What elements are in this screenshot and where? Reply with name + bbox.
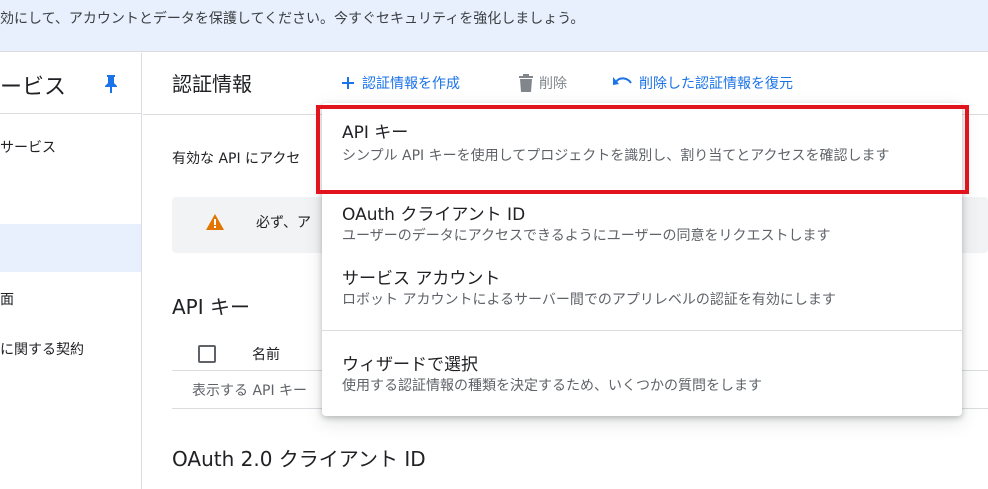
sidebar-item-label: サービス xyxy=(0,140,56,156)
page-title: 認証情報 xyxy=(172,72,252,96)
highlight-box xyxy=(316,105,969,194)
select-all-checkbox[interactable] xyxy=(198,345,216,363)
sidebar-divider xyxy=(0,113,142,114)
enabled-apis-text: 有効な API にアクセ xyxy=(172,151,301,167)
sidebar-item-label: 面 xyxy=(0,292,14,308)
restore-deleted-button[interactable]: 削除した認証情報を復元 xyxy=(613,73,793,93)
create-credentials-label: 認証情報を作成 xyxy=(362,76,460,92)
restore-label: 削除した認証情報を復元 xyxy=(639,76,793,92)
oauth-clients-title: OAuth 2.0 クライアント ID xyxy=(172,447,426,471)
sidebar-item-credentials[interactable] xyxy=(0,224,141,272)
sidebar-item-services[interactable]: サービス xyxy=(0,137,141,185)
security-banner: 効にして、アカウントとデータを保護してください。今すぐセキュリティを強化しましょ… xyxy=(0,0,988,52)
menu-item-wizard[interactable]: ウィザードで選択 使用する認証情報の種類を決定するため、いくつかの質問をします xyxy=(322,350,962,398)
delete-button[interactable]: 削除 xyxy=(519,73,567,93)
empty-table-message: 表示する API キー xyxy=(192,383,308,399)
sidebar-item-label: に関する契約 xyxy=(0,342,84,358)
sidebar: ービス サービス 面 に関する契約 xyxy=(0,53,142,489)
create-credentials-button[interactable]: 認証情報を作成 xyxy=(340,73,460,93)
sidebar-item-consent-screen[interactable]: 面 xyxy=(0,289,141,337)
menu-item-title: OAuth クライアント ID xyxy=(342,205,526,225)
menu-item-title: サービス アカウント xyxy=(342,269,501,289)
api-keys-title: API キー xyxy=(172,295,250,319)
menu-item-desc: 使用する認証情報の種類を決定するため、いくつかの質問をします xyxy=(342,378,762,394)
menu-item-desc: ロボット アカウントによるサーバー間でのアプリレベルの認証を有効にします xyxy=(342,292,836,308)
menu-item-title: ウィザードで選択 xyxy=(342,355,478,375)
banner-text: 効にして、アカウントとデータを保護してください。今すぐセキュリティを強化しましょ… xyxy=(0,11,585,27)
plus-icon xyxy=(342,77,354,89)
trash-icon xyxy=(519,74,533,92)
menu-item-oauth-client-id[interactable]: OAuth クライアント ID ユーザーのデータにアクセスできるようにユーザーの… xyxy=(322,200,962,248)
sidebar-item-agreements[interactable]: に関する契約 xyxy=(0,339,141,387)
undo-icon xyxy=(613,77,632,85)
warning-icon xyxy=(206,214,224,230)
menu-item-desc: ユーザーのデータにアクセスできるようにユーザーの同意をリクエストします xyxy=(342,228,831,244)
menu-item-service-account[interactable]: サービス アカウント ロボット アカウントによるサーバー間でのアプリレベルの認証… xyxy=(322,264,962,312)
sidebar-title: ービス xyxy=(0,75,67,100)
name-column-header[interactable]: 名前 xyxy=(252,344,280,364)
pin-icon[interactable] xyxy=(104,74,118,94)
delete-label: 削除 xyxy=(539,76,567,92)
warning-text: 必ず、ア xyxy=(256,215,312,231)
menu-divider xyxy=(322,330,962,331)
